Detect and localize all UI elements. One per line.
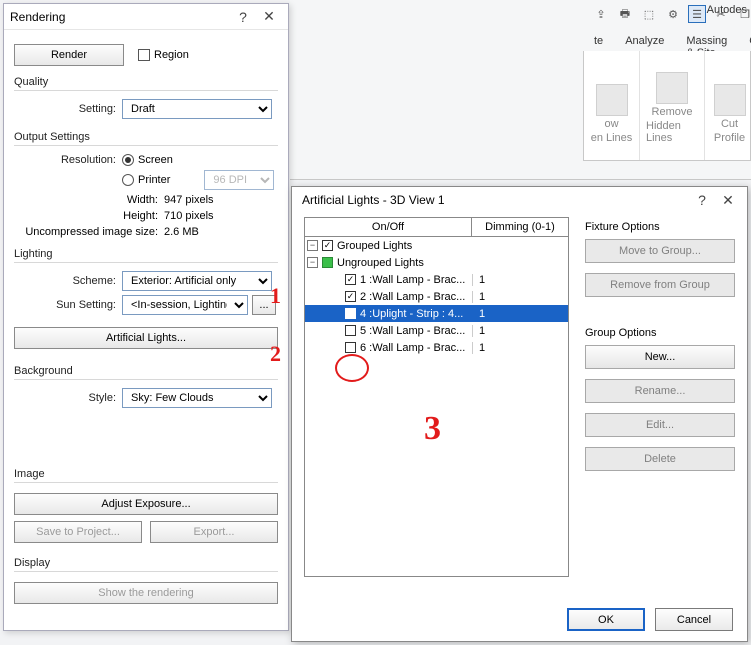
save-project-button[interactable]: Save to Project... xyxy=(14,521,142,543)
help-icon[interactable]: ? xyxy=(230,9,256,25)
dpi-select: 96 DPI xyxy=(204,170,274,190)
scheme-label: Scheme: xyxy=(14,275,122,287)
ok-button[interactable]: OK xyxy=(567,608,645,631)
quality-setting-select[interactable]: Draft xyxy=(122,99,272,119)
render-action-button[interactable]: Render xyxy=(14,44,124,66)
ribbon-panel: owen Lines RemoveHidden Lines CutProfile… xyxy=(583,51,751,161)
close-icon[interactable]: ✕ xyxy=(256,8,282,25)
export-button[interactable]: Export... xyxy=(150,521,278,543)
region-checkbox[interactable]: Region xyxy=(138,49,189,61)
artificial-lights-button[interactable]: Artificial Lights... xyxy=(14,327,278,349)
move-to-group-button[interactable]: Move to Group... xyxy=(585,239,735,263)
tree-group-row[interactable]: −Grouped Lights xyxy=(305,237,568,254)
side-panel: Fixture Options Move to Group... Remove … xyxy=(585,217,735,597)
sun-label: Sun Setting: xyxy=(14,299,122,311)
col-onoff: On/Off xyxy=(305,218,472,236)
light-label: 2 :Wall Lamp - Brac... xyxy=(360,291,465,303)
background-style-select[interactable]: Sky: Few Clouds xyxy=(122,388,272,408)
light-row[interactable]: 5 :Wall Lamp - Brac... 1 xyxy=(305,322,568,339)
sun-settings-button[interactable]: ... xyxy=(252,295,276,315)
lights-title: Artificial Lights - 3D View 1 xyxy=(298,193,689,207)
light-checkbox[interactable] xyxy=(345,342,356,353)
light-checkbox[interactable] xyxy=(345,308,356,319)
light-checkbox[interactable] xyxy=(345,325,356,336)
light-label: 4 :Uplight - Strip : 4... xyxy=(360,308,463,320)
cut-profile-button[interactable]: CutProfile xyxy=(704,84,751,144)
lighting-title: Lighting xyxy=(14,248,278,260)
collapse-icon[interactable]: − xyxy=(307,240,318,251)
light-label: 6 :Wall Lamp - Brac... xyxy=(360,342,465,354)
show-rendering-button[interactable]: Show the rendering xyxy=(14,582,278,604)
resolution-label: Resolution: xyxy=(14,154,122,166)
setting-label: Setting: xyxy=(14,103,122,115)
checklist-icon[interactable]: ☰ xyxy=(688,5,706,23)
light-dimming[interactable]: 1 xyxy=(472,325,568,337)
gear-icon[interactable]: ⚙ xyxy=(664,5,682,23)
ribbon-area: Autodes ⇪ 🖶 ⬚ ⚙ ☰ ✂ ❐ te Analyze Massing… xyxy=(290,0,751,180)
printer-radio[interactable] xyxy=(122,174,134,186)
delete-group-button[interactable]: Delete xyxy=(585,447,735,471)
uncompressed-value: 2.6 MB xyxy=(164,226,199,238)
background-title: Background xyxy=(14,365,278,377)
col-dimming: Dimming (0-1) xyxy=(472,218,568,236)
height-label: Height: xyxy=(14,210,164,222)
rendering-titlebar[interactable]: Rendering ? ✕ xyxy=(4,4,288,30)
style-label: Style: xyxy=(14,392,122,404)
screen-radio[interactable] xyxy=(122,154,134,166)
share-icon[interactable]: ⇪ xyxy=(592,5,610,23)
close-icon[interactable]: ✕ xyxy=(715,192,741,209)
cancel-button[interactable]: Cancel xyxy=(655,608,733,631)
rendering-dialog: Rendering ? ✕ Render Region Quality Sett… xyxy=(3,3,289,631)
cut-icon[interactable]: ✂ xyxy=(712,5,730,23)
display-title: Display xyxy=(14,557,278,569)
lights-titlebar[interactable]: Artificial Lights - 3D View 1 ? ✕ xyxy=(292,187,747,213)
rendering-title: Rendering xyxy=(10,10,230,24)
quick-access-toolbar: ⇪ 🖶 ⬚ ⚙ ☰ ✂ ❐ xyxy=(592,3,751,25)
light-dimming[interactable]: 1 xyxy=(472,291,568,303)
sun-select[interactable]: <In-session, Lighting> xyxy=(122,295,248,315)
adjust-exposure-button[interactable]: Adjust Exposure... xyxy=(14,493,278,515)
rename-group-button[interactable]: Rename... xyxy=(585,379,735,403)
copy-icon[interactable]: ❐ xyxy=(736,5,751,23)
light-dimming[interactable]: 1 xyxy=(472,308,568,320)
light-row[interactable]: 2 :Wall Lamp - Brac... 1 xyxy=(305,288,568,305)
edit-group-button[interactable]: Edit... xyxy=(585,413,735,437)
artificial-lights-dialog: Artificial Lights - 3D View 1 ? ✕ On/Off… xyxy=(291,186,748,642)
light-row[interactable]: 4 :Uplight - Strip : 4... 1 xyxy=(305,305,568,322)
light-row[interactable]: 6 :Wall Lamp - Brac... 1 xyxy=(305,339,568,356)
collapse-icon[interactable]: − xyxy=(307,257,318,268)
light-label: 5 :Wall Lamp - Brac... xyxy=(360,325,465,337)
lights-tree: On/Off Dimming (0-1) −Grouped Lights −Un… xyxy=(304,217,569,597)
scheme-select[interactable]: Exterior: Artificial only xyxy=(122,271,272,291)
light-row[interactable]: 1 :Wall Lamp - Brac... 1 xyxy=(305,271,568,288)
quality-title: Quality xyxy=(14,76,278,88)
height-value: 710 pixels xyxy=(164,210,214,222)
fixture-options-title: Fixture Options xyxy=(585,221,735,233)
uncompressed-label: Uncompressed image size: xyxy=(14,226,164,238)
help-icon[interactable]: ? xyxy=(689,192,715,208)
group-checkbox[interactable] xyxy=(322,257,333,268)
light-label: 1 :Wall Lamp - Brac... xyxy=(360,274,465,286)
light-checkbox[interactable] xyxy=(345,274,356,285)
print-icon[interactable]: 🖶 xyxy=(616,5,634,23)
show-lines-button[interactable]: owen Lines xyxy=(586,84,638,144)
cube-icon[interactable]: ⬚ xyxy=(640,5,658,23)
width-value: 947 pixels xyxy=(164,194,214,206)
grid-header: On/Off Dimming (0-1) xyxy=(304,217,569,237)
light-dimming[interactable]: 1 xyxy=(472,274,568,286)
width-label: Width: xyxy=(14,194,164,206)
tree-group-row[interactable]: −Ungrouped Lights xyxy=(305,254,568,271)
light-dimming[interactable]: 1 xyxy=(472,342,568,354)
remove-hidden-button[interactable]: RemoveHidden Lines xyxy=(646,72,698,144)
output-title: Output Settings xyxy=(14,131,278,143)
group-options-title: Group Options xyxy=(585,327,735,339)
remove-from-group-button[interactable]: Remove from Group xyxy=(585,273,735,297)
light-checkbox[interactable] xyxy=(345,291,356,302)
group-checkbox[interactable] xyxy=(322,240,333,251)
image-title: Image xyxy=(14,468,278,480)
new-group-button[interactable]: New... xyxy=(585,345,735,369)
